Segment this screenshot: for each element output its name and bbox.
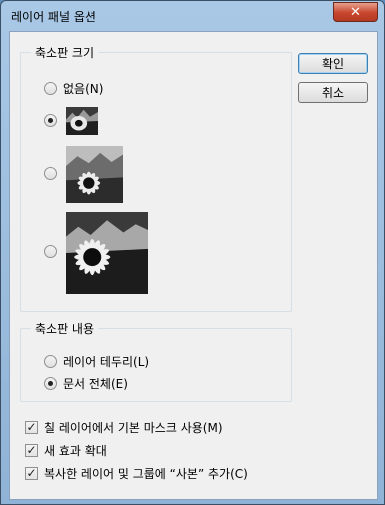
checkbox-default-masks[interactable]: ✓ bbox=[25, 421, 38, 434]
radio-thumb-small[interactable] bbox=[44, 114, 57, 127]
thumbnail-contents-group: 축소판 내용 bbox=[20, 320, 292, 402]
radio-thumb-none[interactable] bbox=[44, 82, 57, 95]
checkbox-expand-effects[interactable]: ✓ bbox=[25, 444, 38, 457]
close-button[interactable]: ✕ bbox=[333, 2, 378, 22]
checkbox-add-copy-label[interactable]: 복사한 레이어 및 그룹에 “사본” 추가(C) bbox=[44, 465, 248, 482]
dialog-window: 레이어 패널 옵션 ✕ 축소판 크기 없음(N) 축소판 내용 레이어 테두리(… bbox=[0, 0, 385, 505]
thumbnail-small-image[interactable] bbox=[66, 107, 98, 135]
checkbox-expand-effects-label[interactable]: 새 효과 확대 bbox=[44, 442, 107, 459]
thumbnail-contents-label: 축소판 내용 bbox=[31, 320, 99, 337]
thumbnail-size-label: 축소판 크기 bbox=[31, 44, 99, 61]
radio-layer-bounds-label[interactable]: 레이어 테두리(L) bbox=[63, 353, 149, 370]
cancel-button[interactable]: 취소 bbox=[298, 82, 368, 103]
radio-entire-document-label[interactable]: 문서 전체(E) bbox=[63, 375, 128, 392]
title-bar[interactable]: 레이어 패널 옵션 ✕ bbox=[1, 1, 384, 31]
radio-layer-bounds[interactable] bbox=[44, 355, 57, 368]
radio-thumb-none-label[interactable]: 없음(N) bbox=[63, 80, 103, 97]
ok-button[interactable]: 확인 bbox=[298, 53, 368, 74]
dialog-content: 축소판 크기 없음(N) 축소판 내용 레이어 테두리(L) 문서 전체(E) … bbox=[9, 31, 378, 500]
thumbnail-size-group: 축소판 크기 bbox=[20, 44, 292, 312]
checkbox-add-copy[interactable]: ✓ bbox=[25, 467, 38, 480]
radio-entire-document[interactable] bbox=[44, 377, 57, 390]
thumbnail-medium-image[interactable] bbox=[66, 146, 123, 203]
ok-button-label: 확인 bbox=[321, 57, 345, 71]
window-title: 레이어 패널 옵션 bbox=[11, 10, 96, 24]
close-icon: ✕ bbox=[350, 4, 361, 20]
radio-thumb-medium[interactable] bbox=[44, 167, 57, 180]
thumbnail-large-image[interactable] bbox=[66, 212, 148, 294]
radio-thumb-large[interactable] bbox=[44, 245, 57, 258]
cancel-button-label: 취소 bbox=[321, 86, 345, 100]
checkbox-default-masks-label[interactable]: 칠 레이어에서 기본 마스크 사용(M) bbox=[44, 419, 223, 436]
